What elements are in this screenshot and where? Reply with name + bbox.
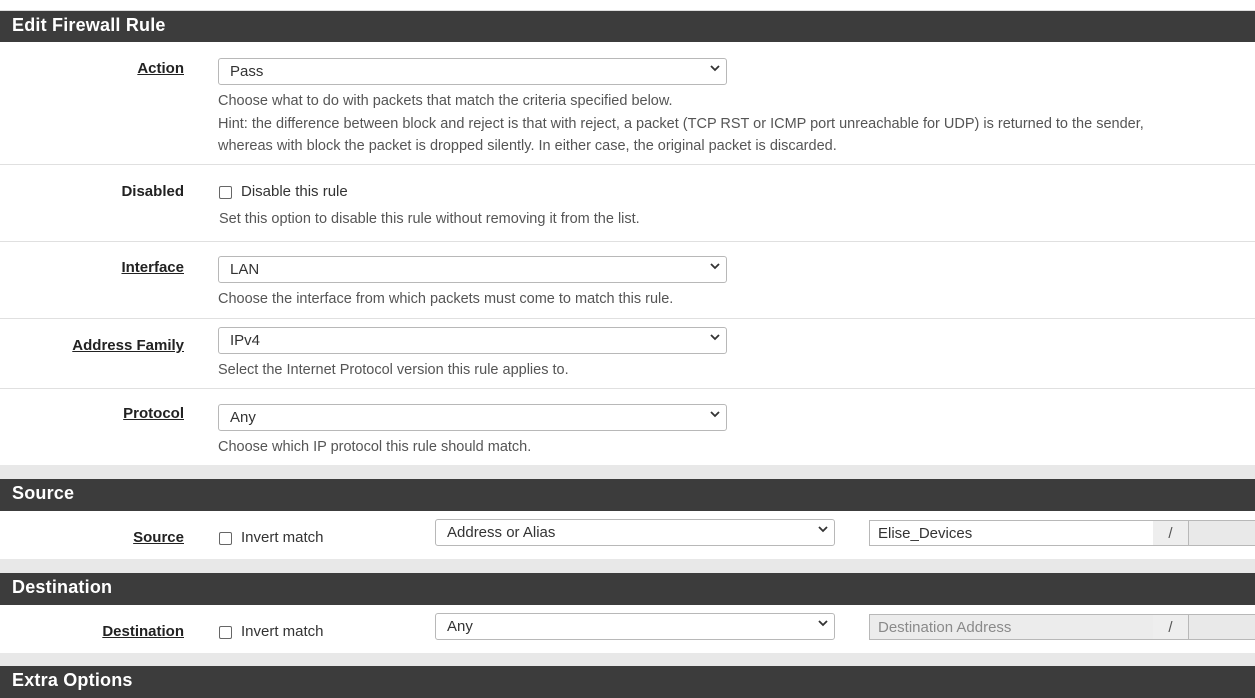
disabled-row: Disabled Disable this rule Set this opti… (0, 165, 1255, 242)
destination-invert-checkbox[interactable] (219, 626, 232, 639)
panel-title: Extra Options (12, 670, 133, 690)
panel-title: Source (12, 483, 75, 503)
destination-type-value: Any (447, 618, 473, 635)
protocol-help: Choose which IP protocol this rule shoul… (218, 439, 532, 455)
address-family-select[interactable]: IPv4 (218, 327, 727, 354)
action-help-line3: whereas with block the packet is dropped… (218, 138, 837, 154)
panel-heading-extra-options: Extra Options (0, 666, 1255, 698)
panel-title: Destination (12, 577, 113, 597)
address-family-help: Select the Internet Protocol version thi… (218, 362, 569, 378)
destination-panel-body: Destination Invert match Any Destination… (0, 605, 1255, 653)
panel-heading-destination: Destination (0, 573, 1255, 605)
source-panel-body: Source Invert match Address or Alias Eli… (0, 511, 1255, 559)
action-row: Action Pass Choose what to do with packe… (0, 42, 1255, 165)
action-select[interactable]: Pass (218, 58, 727, 85)
destination-address-input[interactable]: Destination Address (869, 614, 1154, 640)
source-invert-checkbox[interactable] (219, 532, 232, 545)
interface-help: Choose the interface from which packets … (218, 291, 674, 307)
destination-mask-select[interactable] (1189, 614, 1255, 640)
interface-select[interactable]: LAN (218, 256, 727, 283)
interface-label[interactable]: Interface (121, 259, 184, 276)
panel-heading-source: Source (0, 479, 1255, 511)
destination-invert-label[interactable]: Invert match (241, 623, 324, 640)
disable-rule-checkbox-label[interactable]: Disable this rule (241, 183, 348, 200)
chevron-down-icon (710, 263, 720, 270)
chevron-down-icon (818, 620, 828, 627)
destination-mask-separator: / (1153, 614, 1189, 640)
source-invert-label[interactable]: Invert match (241, 529, 324, 546)
destination-address-placeholder: Destination Address (878, 619, 1012, 636)
source-mask-separator: / (1153, 520, 1189, 546)
chevron-down-icon (710, 411, 720, 418)
action-help: Choose what to do with packets that matc… (218, 90, 1144, 158)
action-select-value: Pass (230, 63, 264, 80)
protocol-select[interactable]: Any (218, 404, 727, 431)
disabled-help: Set this option to disable this rule wit… (219, 211, 640, 227)
top-gap (0, 0, 1255, 11)
action-help-line1: Choose what to do with packets that matc… (218, 93, 673, 109)
action-help-line2: Hint: the difference between block and r… (218, 115, 1144, 132)
edit-rule-panel-body: Action Pass Choose what to do with packe… (0, 42, 1255, 465)
address-family-label[interactable]: Address Family (72, 337, 184, 354)
disabled-label: Disabled (121, 183, 184, 200)
address-family-select-value: IPv4 (230, 332, 261, 349)
chevron-down-icon (818, 526, 828, 533)
source-type-select[interactable]: Address or Alias (435, 519, 835, 546)
protocol-row: Protocol Any Choose which IP protocol th… (0, 389, 1255, 465)
disable-rule-checkbox[interactable] (219, 186, 232, 199)
protocol-label[interactable]: Protocol (123, 405, 184, 422)
interface-select-value: LAN (230, 261, 260, 278)
destination-type-select[interactable]: Any (435, 613, 835, 640)
panel-heading-edit-firewall-rule: Edit Firewall Rule (0, 11, 1255, 42)
chevron-down-icon (710, 334, 720, 341)
address-family-row: Address Family IPv4 Select the Internet … (0, 319, 1255, 389)
protocol-select-value: Any (230, 409, 256, 426)
source-type-value: Address or Alias (447, 524, 556, 541)
destination-label[interactable]: Destination (102, 623, 184, 640)
chevron-down-icon (710, 65, 720, 72)
source-mask-select[interactable] (1189, 520, 1255, 546)
source-address-value: Elise_Devices (878, 525, 973, 542)
source-label[interactable]: Source (133, 529, 184, 546)
interface-row: Interface LAN Choose the interface from … (0, 242, 1255, 319)
source-address-input[interactable]: Elise_Devices (869, 520, 1154, 546)
panel-title: Edit Firewall Rule (12, 15, 166, 35)
action-label[interactable]: Action (137, 60, 184, 77)
